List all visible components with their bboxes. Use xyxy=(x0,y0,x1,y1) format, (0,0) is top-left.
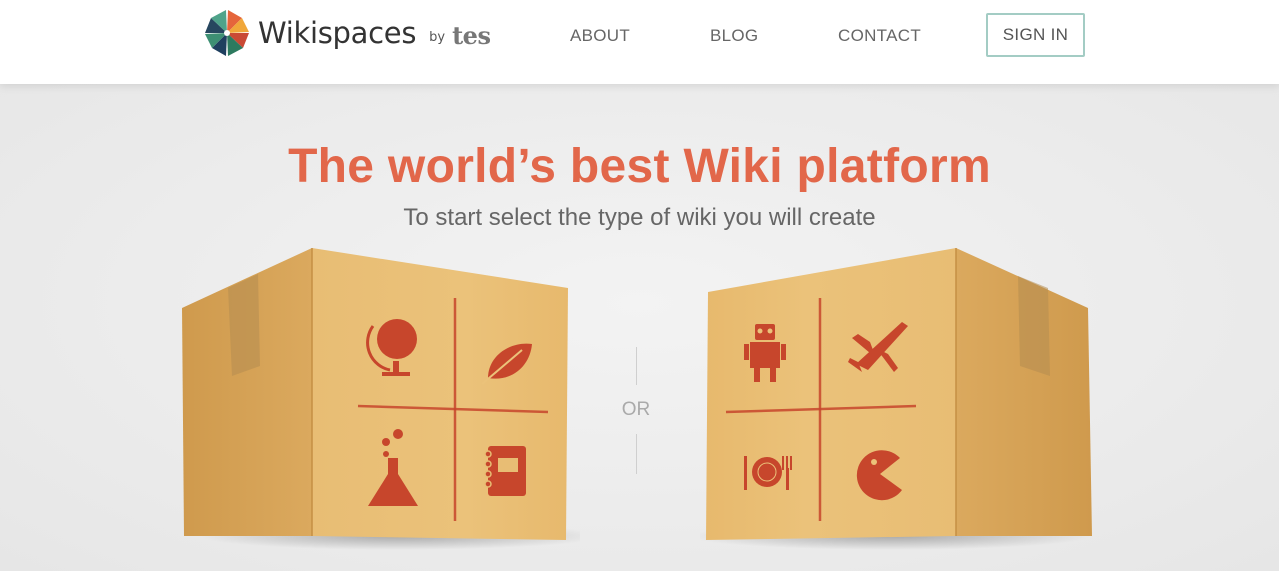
or-divider-top xyxy=(636,347,637,385)
nav-about[interactable]: ABOUT xyxy=(570,26,630,46)
logo-tes: tes xyxy=(452,20,491,50)
logo-by: by xyxy=(429,29,446,45)
sign-in-button[interactable]: SIGN IN xyxy=(986,13,1085,57)
hobby-wiki-box[interactable] xyxy=(700,246,1110,551)
logo-wordmark: Wikispaces xyxy=(258,16,417,50)
education-wiki-box[interactable] xyxy=(170,246,580,551)
pinwheel-logo-icon xyxy=(205,10,249,56)
page-title: The world’s best Wiki platform xyxy=(288,140,991,193)
page-subtitle: To start select the type of wiki you wil… xyxy=(403,204,876,231)
logo[interactable]: Wikispaces by tes xyxy=(202,8,491,58)
nav-contact[interactable]: CONTACT xyxy=(838,26,921,46)
notebook-icon xyxy=(484,446,526,496)
or-divider-bottom xyxy=(636,434,637,474)
or-label: OR xyxy=(621,399,651,420)
packing-tape xyxy=(1018,276,1050,376)
box-front xyxy=(706,248,956,540)
box-front xyxy=(312,248,568,540)
site-header: Wikispaces by tes ABOUT BLOG CONTACT SIG… xyxy=(0,0,1279,84)
nav-blog[interactable]: BLOG xyxy=(710,26,758,46)
packing-tape xyxy=(228,274,260,376)
